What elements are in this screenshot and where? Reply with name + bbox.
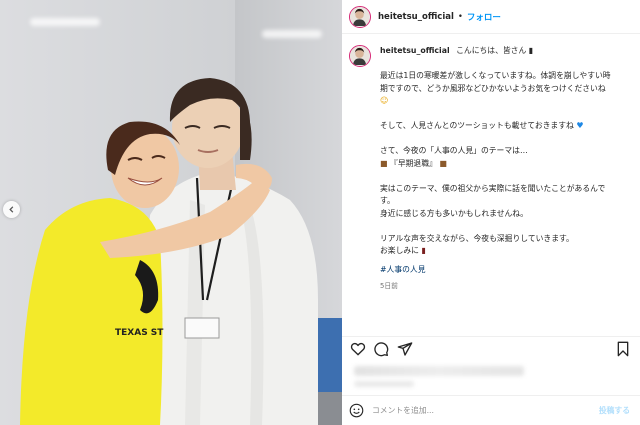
id-badge — [184, 317, 220, 339]
smile-emoji-icon: ☺ — [380, 96, 389, 105]
post-time: 5日前 — [380, 282, 398, 290]
caption-line: 身近に感じる方も多いかもしれませんね。 — [380, 208, 528, 218]
bookmark-emoji-icon: ▮ — [421, 246, 426, 255]
hashtag-link[interactable]: #人事の人見 — [380, 264, 634, 277]
caption-line: 『早期退職』 — [390, 158, 437, 168]
comment-icon[interactable] — [373, 341, 389, 357]
header-separator: • — [457, 11, 463, 22]
caption-line: お楽しみに — [380, 246, 419, 255]
bookmark-icon[interactable] — [616, 341, 630, 357]
caption-username[interactable]: heitetsu_official — [380, 46, 450, 55]
action-bar — [342, 336, 640, 358]
photo-equipment-base — [318, 392, 342, 425]
previous-photo-button[interactable] — [3, 201, 20, 218]
briefcase-emoji-icon: ■ — [439, 158, 447, 168]
follow-button[interactable]: フォロー — [467, 11, 501, 23]
likes-info-blurred — [354, 366, 524, 376]
caption-line: こんにちは、皆さん — [456, 46, 527, 55]
post-comment-button[interactable]: 投稿する — [599, 405, 630, 416]
blue-heart-emoji-icon: ♥ — [576, 121, 584, 130]
caption-line: 実はこのテーマ、僕の祖父から実際に話を聞いたことがあるんで — [380, 183, 606, 193]
post-photo[interactable]: TEXAS ST — [0, 0, 342, 425]
caption-text: heitetsu_official こんにちは、皆さん ▮ 最近は1日の寒暖差が… — [380, 45, 634, 293]
caption-line: そして、人見さんとのツーショットも載せておきますね — [380, 121, 574, 130]
heart-icon[interactable] — [350, 341, 366, 357]
post-side-panel: heitetsu_official • フォロー heitetsu_offici… — [342, 0, 640, 425]
caption-line: 期ですので、どうか風邪などひかないようお気をつけくださいね — [380, 83, 606, 93]
comment-bar: コメントを追加... 投稿する — [342, 395, 640, 425]
caption-line: 最近は1日の寒暖差が激しくなっていますね。体調を崩しやすい時 — [380, 71, 611, 80]
caption-line: す。 — [380, 196, 395, 205]
photo-equipment — [316, 318, 342, 393]
header-username[interactable]: heitetsu_official — [378, 12, 454, 22]
svg-text:TEXAS ST: TEXAS ST — [115, 328, 164, 338]
caption-line: リアルな声を交えながら、今夜も深掘りしていきます。 — [380, 233, 574, 243]
avatar[interactable] — [349, 5, 371, 28]
paper-plane-icon[interactable] — [397, 341, 413, 357]
likes-info-blurred — [354, 381, 414, 387]
comment-input[interactable]: コメントを追加... — [372, 405, 599, 416]
bookmark-emoji-icon: ▮ — [528, 46, 534, 55]
post-header: heitetsu_official • フォロー — [342, 0, 640, 34]
avatar[interactable] — [349, 45, 371, 67]
briefcase-emoji-icon: ■ — [380, 158, 388, 168]
chevron-left-icon — [9, 206, 14, 213]
caption-line: さて、今夜の「人事の人見」のテーマは… — [380, 146, 528, 155]
photo-people: TEXAS ST — [20, 78, 342, 425]
smiley-icon[interactable] — [349, 403, 364, 418]
